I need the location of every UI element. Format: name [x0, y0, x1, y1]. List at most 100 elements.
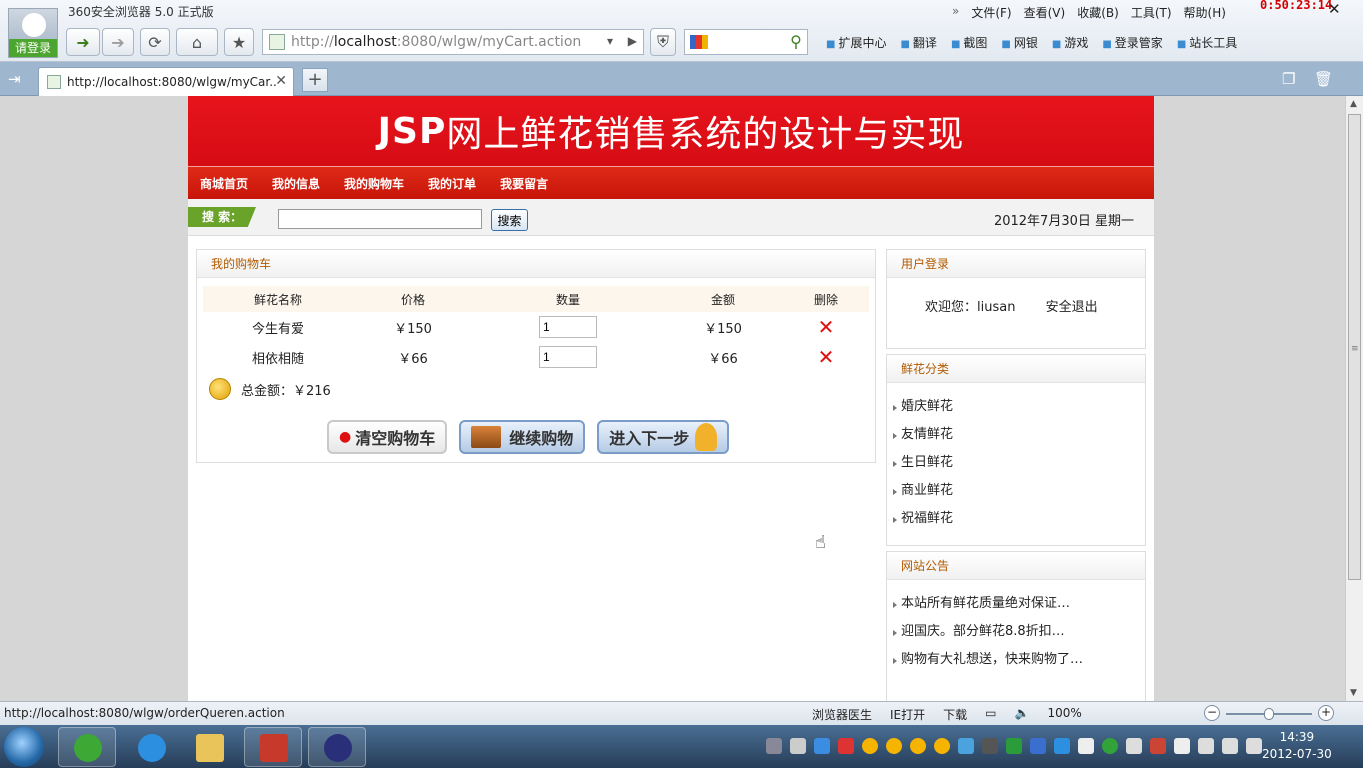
- nav-my-info[interactable]: 我的信息: [272, 175, 320, 192]
- category-link[interactable]: 婚庆鲜花: [901, 399, 953, 414]
- delete-icon[interactable]: ✕: [818, 347, 835, 367]
- tray-qq-icon[interactable]: [886, 738, 902, 754]
- taskbar-360-browser[interactable]: [58, 727, 116, 767]
- tool-login-manager[interactable]: 登录管家: [1102, 34, 1163, 51]
- tray-security-icon[interactable]: [1054, 738, 1070, 754]
- address-url[interactable]: http://localhost:8080/wlgw/myCart.action: [291, 34, 581, 50]
- announcement-link[interactable]: 迎国庆。部分鲜花8.8折扣…: [901, 624, 1065, 639]
- category-link[interactable]: 祝福鲜花: [901, 511, 953, 526]
- tool-extensions[interactable]: 扩展中心: [826, 34, 886, 51]
- favorite-button[interactable]: ★: [224, 28, 254, 56]
- zoom-level[interactable]: 100%: [1047, 706, 1081, 723]
- taskbar-eclipse[interactable]: [308, 727, 366, 767]
- tray-qq-icon[interactable]: [910, 738, 926, 754]
- tray-device-icon[interactable]: [1198, 738, 1214, 754]
- tray-qq-icon[interactable]: [862, 738, 878, 754]
- tool-webmaster[interactable]: 站长工具: [1177, 34, 1237, 51]
- nav-leave-message[interactable]: 我要留言: [500, 175, 548, 192]
- scroll-down-icon[interactable]: ▼: [1350, 688, 1357, 698]
- window-icon[interactable]: ▭: [985, 706, 996, 723]
- continue-shopping-button[interactable]: 继续购物: [459, 420, 586, 454]
- tray-window-icon[interactable]: [790, 738, 806, 754]
- next-step-button[interactable]: 进入下一步: [597, 420, 730, 454]
- tray-keyboard-icon[interactable]: [766, 738, 782, 754]
- tray-volume-icon[interactable]: [1246, 738, 1262, 754]
- tray-flag-icon[interactable]: [1174, 738, 1190, 754]
- tray-qq-icon[interactable]: [934, 738, 950, 754]
- tool-games[interactable]: 游戏: [1052, 34, 1088, 51]
- security-button[interactable]: ⛨: [650, 28, 676, 56]
- nav-home[interactable]: 商城首页: [200, 175, 248, 192]
- site-search-button[interactable]: 搜索: [491, 209, 528, 231]
- tray-network-status-icon[interactable]: [1222, 738, 1238, 754]
- tray-network-icon[interactable]: [814, 738, 830, 754]
- announcement-link[interactable]: 购物有大礼想送，快来购物了…: [901, 652, 1083, 667]
- start-button[interactable]: [4, 727, 44, 767]
- category-link[interactable]: 友情鲜花: [901, 427, 953, 442]
- back-button[interactable]: ➜: [66, 28, 100, 56]
- menu-file[interactable]: 文件(F): [971, 4, 1011, 21]
- volume-icon[interactable]: 🔈: [1015, 706, 1030, 723]
- item-amount: ￥66: [708, 351, 738, 367]
- tool-translate[interactable]: 翻译: [900, 34, 937, 51]
- go-icon[interactable]: ▶: [628, 34, 637, 48]
- category-link[interactable]: 商业鲜花: [901, 483, 953, 498]
- window-close-icon[interactable]: ✕: [1328, 0, 1341, 18]
- tray-360-icon[interactable]: [1102, 738, 1118, 754]
- quantity-input[interactable]: [539, 346, 597, 368]
- address-dropdown-icon[interactable]: ▾: [607, 34, 613, 48]
- menu-help[interactable]: 帮助(H): [1184, 4, 1226, 21]
- forward-button[interactable]: ➔: [102, 28, 134, 56]
- tab-current[interactable]: http://localhost:8080/wlgw/myCar... ✕: [38, 67, 294, 96]
- tray-monitor-icon[interactable]: [958, 738, 974, 754]
- tray-usb-icon[interactable]: [1126, 738, 1142, 754]
- restore-tabs-icon[interactable]: ❐: [1282, 70, 1295, 88]
- browser-doctor-button[interactable]: 浏览器医生: [812, 706, 872, 723]
- menu-view[interactable]: 查看(V): [1024, 4, 1066, 21]
- login-label[interactable]: 请登录: [9, 39, 57, 57]
- search-engine-icon[interactable]: [690, 35, 708, 49]
- browser-tools: 扩展中心 翻译 截图 网银 游戏 登录管家 站长工具: [826, 34, 1237, 51]
- vertical-scrollbar[interactable]: ▲ ≡ ▼: [1345, 96, 1363, 701]
- trash-icon[interactable]: 🗑: [1314, 70, 1333, 88]
- menu-tools[interactable]: 工具(T): [1131, 4, 1172, 21]
- logout-link[interactable]: 安全退出: [1046, 300, 1098, 315]
- address-bar[interactable]: http://localhost:8080/wlgw/myCart.action…: [262, 29, 644, 55]
- site-search-input[interactable]: [278, 209, 482, 229]
- zoom-out-icon[interactable]: −: [1204, 705, 1220, 721]
- browser-search-button[interactable]: ⚲: [784, 32, 808, 52]
- scroll-up-icon[interactable]: ▲: [1350, 99, 1357, 109]
- tab-close-icon[interactable]: ✕: [275, 73, 287, 89]
- open-in-ie-button[interactable]: IE打开: [890, 706, 925, 723]
- tray-tool-icon[interactable]: [982, 738, 998, 754]
- tray-shield-icon[interactable]: [1030, 738, 1046, 754]
- sidebar-toggle-icon[interactable]: ⇥: [8, 70, 21, 88]
- menu-favorites[interactable]: 收藏(B): [1077, 4, 1119, 21]
- announcement-link[interactable]: 本站所有鲜花质量绝对保证…: [901, 596, 1070, 611]
- zoom-slider-knob[interactable]: [1264, 708, 1274, 720]
- zoom-in-icon[interactable]: +: [1318, 705, 1334, 721]
- delete-icon[interactable]: ✕: [818, 317, 835, 337]
- download-button[interactable]: 下载: [943, 706, 967, 723]
- taskbar-explorer[interactable]: [180, 727, 238, 767]
- nav-my-cart[interactable]: 我的购物车: [344, 175, 404, 192]
- taskbar-toolbox[interactable]: [244, 727, 302, 767]
- menu-expand-icon[interactable]: »: [952, 4, 959, 21]
- new-tab-button[interactable]: +: [302, 68, 328, 92]
- home-button[interactable]: ⌂: [176, 28, 218, 56]
- tray-alert-icon[interactable]: [838, 738, 854, 754]
- quantity-input[interactable]: [539, 316, 597, 338]
- tool-screenshot[interactable]: 截图: [951, 34, 987, 51]
- category-link[interactable]: 生日鲜花: [901, 455, 953, 470]
- zoom-slider[interactable]: [1226, 708, 1312, 720]
- tool-ebank[interactable]: 网银: [1001, 34, 1038, 51]
- tray-game-icon[interactable]: [1006, 738, 1022, 754]
- nav-my-orders[interactable]: 我的订单: [428, 175, 476, 192]
- taskbar-ie[interactable]: [122, 727, 180, 767]
- tray-note-icon[interactable]: [1078, 738, 1094, 754]
- clear-cart-button[interactable]: ● 清空购物车: [327, 420, 448, 454]
- system-clock[interactable]: 14:39 2012-07-30: [1262, 729, 1332, 763]
- user-avatar[interactable]: 请登录: [8, 8, 58, 58]
- tray-pen-icon[interactable]: [1150, 738, 1166, 754]
- refresh-button[interactable]: ⟳: [140, 28, 170, 56]
